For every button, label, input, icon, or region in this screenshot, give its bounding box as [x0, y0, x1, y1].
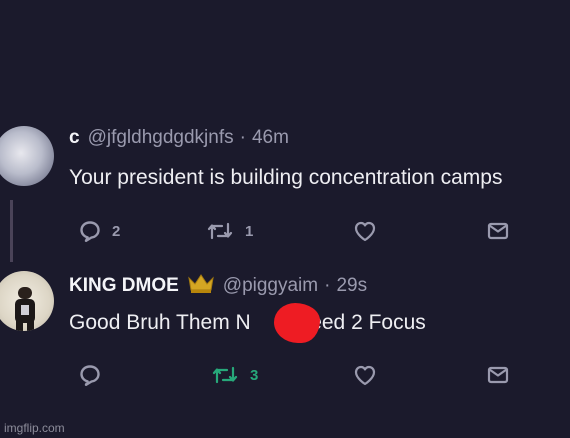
tweet-header: KING DMOE @piggyaim · 29s	[69, 272, 367, 300]
like-icon	[352, 363, 378, 387]
like-button[interactable]	[352, 363, 378, 387]
reply-icon	[78, 219, 102, 243]
like-button[interactable]	[352, 219, 378, 243]
share-icon	[486, 363, 510, 387]
reply-count: 2	[112, 222, 121, 240]
timestamp[interactable]: 46m	[252, 127, 289, 149]
retweet-button[interactable]: 1	[205, 219, 253, 243]
separator: ·	[324, 275, 331, 296]
display-name[interactable]: KING DMOE	[69, 275, 179, 297]
retweet-icon	[210, 363, 240, 387]
tweet-actions: 2 1	[0, 219, 570, 249]
crown-icon	[187, 272, 215, 300]
display-name[interactable]: c	[69, 127, 80, 149]
retweet-icon	[205, 219, 235, 243]
user-handle[interactable]: @jfgldhgdgdkjnfs	[88, 127, 234, 149]
tweet-actions: 3	[0, 363, 570, 393]
reply-button[interactable]: 2	[78, 219, 120, 243]
tweet-header: c @jfgldhgdgdkjnfs · 46m	[69, 127, 289, 149]
tweet-text: Your president is building concentration…	[69, 166, 503, 189]
timestamp[interactable]: 29s	[336, 275, 367, 297]
watermark: imgflip.com	[4, 421, 65, 435]
reply-icon	[78, 363, 102, 387]
red-redaction-mark	[274, 303, 320, 343]
reply-button[interactable]	[78, 363, 102, 387]
separator: ·	[239, 127, 246, 148]
retweet-count: 3	[250, 366, 259, 384]
like-icon	[352, 219, 378, 243]
share-button[interactable]	[486, 219, 510, 243]
tweet-text-before: Good Bruh Them N	[69, 311, 251, 334]
retweet-count: 1	[245, 222, 254, 240]
avatar[interactable]	[0, 126, 54, 186]
share-button[interactable]	[486, 363, 510, 387]
retweet-button[interactable]: 3	[210, 363, 258, 387]
share-icon	[486, 219, 510, 243]
avatar[interactable]	[0, 271, 54, 331]
user-handle[interactable]: @piggyaim	[223, 275, 318, 297]
tweet-text: Good Bruh Them Ns Need 2 Focus	[69, 311, 426, 335]
